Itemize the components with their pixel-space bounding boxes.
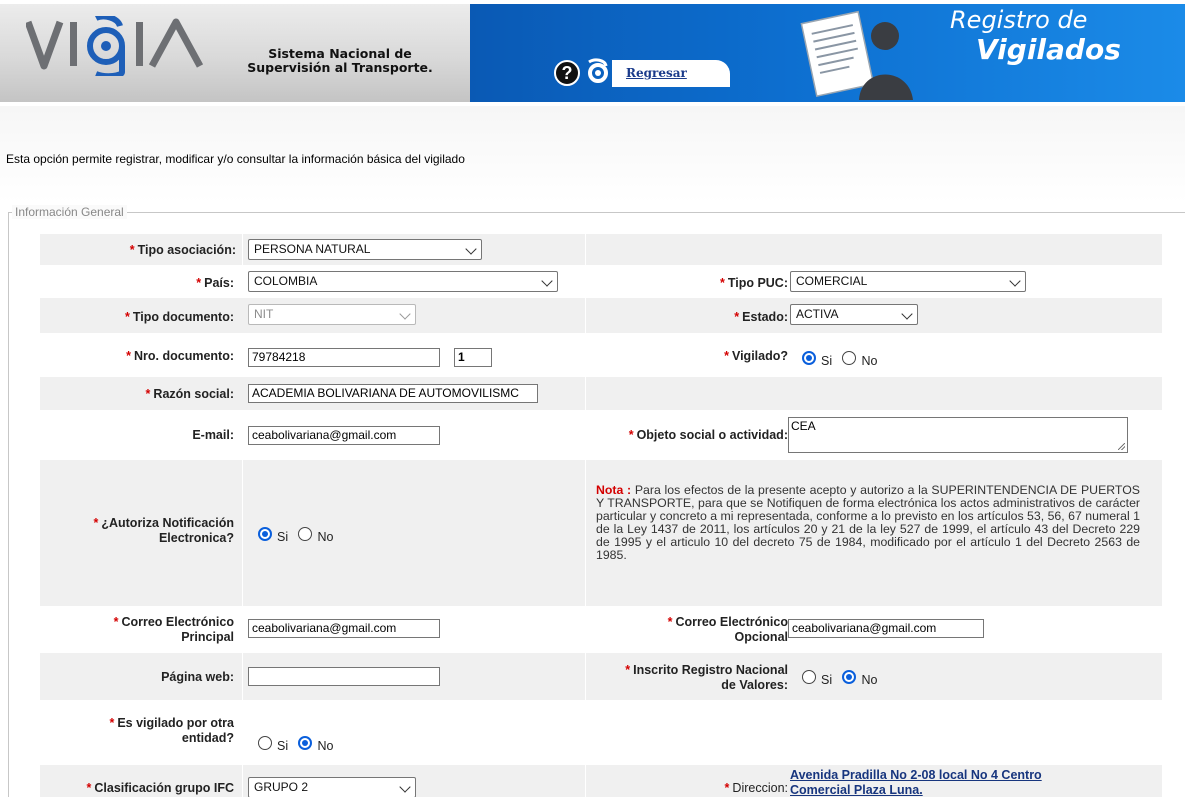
main-content: Esta opción permite registrar, modificar… bbox=[0, 106, 1185, 797]
objeto-social-label: * Objeto social o actividad: bbox=[628, 428, 788, 442]
form-row-tipo-documento: * Tipo documento: NIT * Estado: ACTIVA bbox=[40, 298, 1162, 333]
autoriza-notificacion-label: * ¿Autoriza Notificación Electronica? bbox=[93, 516, 234, 545]
module-title-line2: Vigilados bbox=[976, 33, 1121, 66]
pagina-web-label: Página web: bbox=[161, 670, 234, 684]
email-label: E-mail: bbox=[192, 428, 234, 442]
help-icon[interactable]: ? bbox=[554, 60, 580, 86]
estado-label: * Estado: bbox=[734, 310, 788, 324]
form-row-pagina-web: Página web: * Inscrito Registro Nacional d… bbox=[40, 653, 1162, 700]
pais-label: * País: bbox=[196, 276, 234, 290]
pais-select[interactable]: COLOMBIA bbox=[248, 271, 558, 292]
chevron-down-icon bbox=[399, 781, 411, 793]
correo-principal-label: * Correo Electrónico Principal bbox=[113, 615, 234, 644]
registro-valores-label: * Inscrito Registro Nacional de Valores: bbox=[625, 663, 788, 692]
pagina-web-input[interactable] bbox=[248, 667, 440, 686]
intro-text: Esta opción permite registrar, modificar… bbox=[6, 152, 465, 166]
chevron-down-icon bbox=[1009, 275, 1021, 287]
autoriza-no-radio[interactable] bbox=[298, 526, 313, 541]
email-input[interactable]: ceabolivariana@gmail.com bbox=[248, 426, 440, 445]
razon-social-label: * Razón social: bbox=[145, 387, 234, 401]
tipo-documento-select[interactable]: NIT bbox=[248, 304, 416, 325]
nro-documento-input[interactable]: 79784218 bbox=[248, 348, 440, 367]
system-title: Sistema Nacional de Supervisión al Trans… bbox=[247, 46, 433, 75]
registro-valores-yes-radio[interactable] bbox=[802, 669, 816, 684]
registro-valores-no-radio[interactable] bbox=[842, 669, 857, 684]
clasificacion-ifc-select[interactable]: GRUPO 2 bbox=[248, 777, 416, 797]
nro-documento-label: * Nro. documento: bbox=[126, 349, 234, 363]
nota-label: Nota : bbox=[596, 483, 632, 497]
vigia-mini-logo-icon[interactable] bbox=[585, 58, 611, 86]
digito-verificacion-input[interactable]: 1 bbox=[454, 348, 492, 367]
clasificacion-ifc-label: * Clasificación grupo IFC bbox=[86, 781, 234, 795]
tipo-asociacion-label: * Tipo asociación: bbox=[129, 243, 236, 257]
razon-social-input[interactable]: ACADEMIA BOLIVARIANA DE AUTOMOVILISMC bbox=[248, 384, 538, 403]
chevron-down-icon bbox=[399, 308, 411, 320]
form-row-pais: * País: COLOMBIA * Tipo PUC: COMERCIAL bbox=[40, 265, 1162, 298]
correo-opcional-input[interactable]: ceabolivariana@gmail.com bbox=[788, 619, 984, 638]
tipo-documento-label: * Tipo documento: bbox=[124, 310, 234, 324]
app-header: Sistema Nacional de Supervisión al Trans… bbox=[0, 0, 1185, 106]
vigilado-otra-no-radio[interactable] bbox=[298, 735, 313, 750]
vigilado-label: * Vigilado? bbox=[724, 349, 788, 363]
form-row-autoriza-notificacion: * ¿Autoriza Notificación Electronica? Si N… bbox=[40, 460, 1162, 606]
section-title: Información General bbox=[12, 205, 127, 219]
tipo-puc-label: * Tipo PUC: bbox=[719, 276, 788, 290]
vigilado-radio-group: Si No bbox=[802, 350, 884, 368]
direccion-link[interactable]: Avenida Pradilla No 2-08 local No 4 Cent… bbox=[790, 768, 1042, 797]
tipo-asociacion-select[interactable]: PERSONA NATURAL bbox=[248, 239, 482, 260]
registro-valores-radio-group: Si No bbox=[802, 669, 884, 687]
estado-select[interactable]: ACTIVA bbox=[790, 304, 918, 325]
chevron-down-icon bbox=[541, 275, 553, 287]
form-row-email: E-mail: ceabolivariana@gmail.com * Objeto… bbox=[40, 410, 1162, 460]
form-row-nro-documento: * Nro. documento: 79784218 1 * Vigilado? S… bbox=[40, 333, 1162, 377]
form-row-tipo-asociacion: * Tipo asociación: PERSONA NATURAL bbox=[40, 234, 1162, 265]
resize-grip-icon[interactable] bbox=[1118, 443, 1125, 450]
vigilado-no-radio[interactable] bbox=[842, 350, 857, 365]
form-row-vigilado-otra: * Es vigilado por otra entidad? Si No bbox=[40, 700, 1162, 765]
document-user-icon bbox=[800, 10, 913, 100]
autoriza-notificacion-radio-group: Si No bbox=[258, 526, 340, 544]
vigilado-otra-yes-radio[interactable] bbox=[258, 735, 272, 750]
vigia-logo bbox=[26, 16, 204, 76]
vigilado-otra-radio-group: Si No bbox=[258, 735, 340, 753]
vigilado-yes-radio[interactable] bbox=[802, 350, 816, 365]
header-curve-shape bbox=[430, 4, 570, 102]
form-row-clasificacion-ifc: * Clasificación grupo IFC GRUPO 2 * Direcc… bbox=[40, 765, 1162, 797]
module-title-line1: Registro de bbox=[950, 6, 1088, 34]
objeto-social-textarea[interactable]: CEA bbox=[788, 417, 1128, 453]
autoriza-yes-radio[interactable] bbox=[258, 526, 272, 541]
direccion-label: * Direccion: bbox=[724, 781, 788, 795]
chevron-down-icon bbox=[465, 243, 477, 255]
vigilado-otra-label: * Es vigilado por otra entidad? bbox=[109, 716, 234, 745]
form-row-razon-social: * Razón social: ACADEMIA BOLIVARIANA DE A… bbox=[40, 377, 1162, 410]
form-row-correo: * Correo Electrónico Principal ceabolivari… bbox=[40, 606, 1162, 653]
chevron-down-icon bbox=[901, 308, 913, 320]
nota-text: Nota : Para los efectos de la presente a… bbox=[596, 483, 1140, 562]
correo-opcional-label: * Correo Electrónico Opcional bbox=[667, 615, 788, 644]
tipo-puc-select[interactable]: COMERCIAL bbox=[790, 271, 1026, 292]
module-title: Registro de Vigilados bbox=[950, 6, 1121, 66]
back-link[interactable]: Regresar bbox=[626, 66, 687, 80]
correo-principal-input[interactable]: ceabolivariana@gmail.com bbox=[248, 619, 440, 638]
